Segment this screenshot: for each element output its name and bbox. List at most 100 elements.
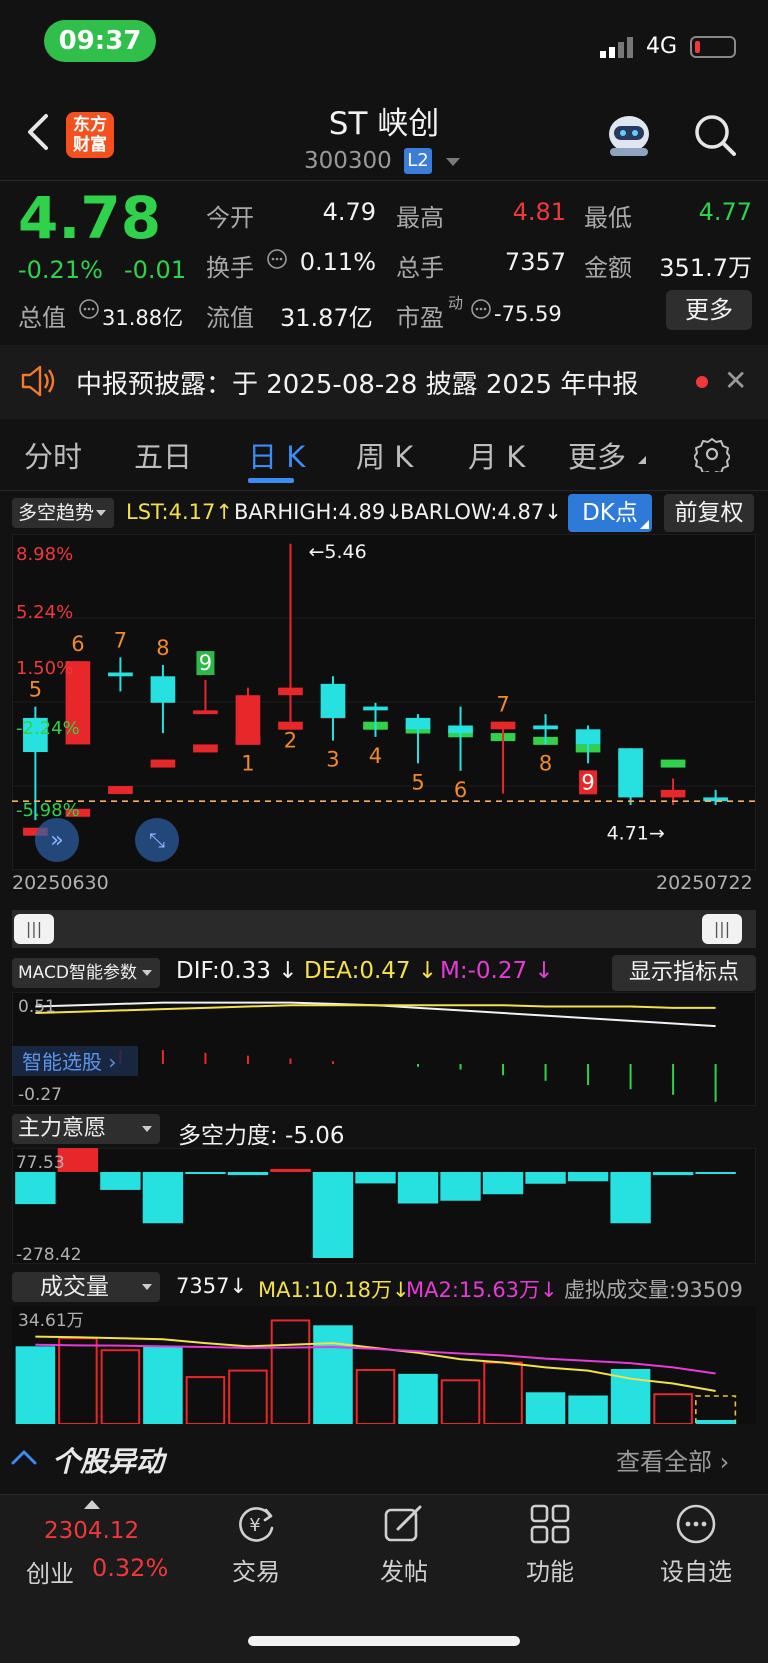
show-points-button[interactable]: 显示指标点: [612, 955, 756, 991]
divider: [0, 180, 768, 181]
change-amount: -0.01: [124, 256, 187, 284]
stock-name[interactable]: ST 峡创: [284, 98, 484, 143]
volume-select[interactable]: 成交量: [12, 1272, 160, 1302]
macd-chart[interactable]: 0.51 -0.27 智能选股 ›: [12, 992, 756, 1106]
view-all-link[interactable]: 查看全部 ›: [616, 1442, 729, 1477]
more-button[interactable]: 更多: [666, 290, 752, 330]
td-count-label: 3: [326, 748, 339, 772]
scroll-handle-left[interactable]: |||: [14, 914, 54, 944]
active-tab-indicator: [248, 478, 294, 483]
kline-chart[interactable]: 5 6 7 8 9 1 2 3 4 5 6 7 8 9 8.98% 5.24% 1.50% -2.24% -5.9…: [12, 534, 756, 870]
scroll-handle-right[interactable]: |||: [702, 914, 742, 944]
candle-body: [235, 695, 261, 745]
macd-select[interactable]: MACD智能参数: [12, 958, 160, 988]
volume-chart[interactable]: 34.61万: [12, 1306, 756, 1424]
candle-body: [108, 672, 133, 677]
info-icon[interactable]: [266, 248, 288, 270]
post-icon[interactable]: [382, 1502, 426, 1546]
index-name[interactable]: 创业: [26, 1554, 74, 1589]
grid-icon[interactable]: [528, 1502, 572, 1546]
tab-rik[interactable]: 日 K: [248, 434, 305, 476]
candle-body: [278, 687, 303, 696]
adjust-button[interactable]: 前复权: [664, 494, 754, 532]
field-value-amount: 351.7万: [659, 254, 752, 282]
field-label: 市盈: [396, 304, 444, 332]
zhuli-select-label: 主力意愿: [18, 1116, 107, 1141]
zhuli-top-label: 77.53: [16, 1153, 65, 1173]
range-scrollbar[interactable]: [12, 910, 756, 948]
trade-icon[interactable]: ¥: [234, 1502, 278, 1546]
tab-add-watch[interactable]: 设自选: [641, 1552, 751, 1587]
zhuli-bar: [652, 1172, 694, 1176]
svg-text:¥: ¥: [249, 1515, 260, 1536]
field-label: 金额: [584, 254, 632, 282]
smart-picker-label[interactable]: 智能选股 ›: [22, 1050, 116, 1074]
zhuli-bar: [312, 1172, 354, 1258]
field-value-float-cap: 31.87亿: [280, 304, 373, 332]
trend-indicator-select[interactable]: 多空趋势: [12, 498, 114, 528]
max-price-label: ←5.46: [308, 541, 366, 563]
speaker-icon: [21, 365, 55, 397]
volume-bar: [143, 1346, 183, 1424]
pct-axis-label: 8.98%: [16, 544, 73, 565]
macd-bottom-label: -0.27: [18, 1085, 62, 1105]
zhuli-bar: [440, 1172, 481, 1201]
volume-bar: [313, 1325, 353, 1424]
candle-body: [320, 683, 346, 718]
dk-trend-bar: [150, 759, 176, 768]
zhuli-select[interactable]: 主力意愿: [12, 1114, 160, 1144]
tab-functions[interactable]: 功能: [495, 1552, 605, 1587]
index-value[interactable]: 2304.12: [44, 1518, 139, 1544]
trend-indicator-label: 多空趋势: [18, 502, 95, 524]
unread-dot: [696, 376, 708, 388]
start-date: 20250630: [12, 872, 109, 894]
add-watch-icon[interactable]: [674, 1502, 718, 1546]
status-time: 09:37: [44, 20, 156, 62]
caret-up-icon[interactable]: [84, 1500, 100, 1509]
tab-zhouk[interactable]: 周 K: [356, 434, 413, 476]
td-count-label: 7: [114, 628, 127, 652]
field-label: 最低: [584, 204, 632, 232]
tab-post[interactable]: 发帖: [349, 1552, 459, 1587]
robot-assistant-icon[interactable]: [604, 112, 654, 158]
virtual-volume: 虚拟成交量:93509: [564, 1278, 743, 1302]
volume-ma1: MA1:10.18万↓: [258, 1278, 410, 1302]
notice-text[interactable]: 中报预披露：于 2025-08-28 披露 2025 年中报: [76, 364, 638, 401]
corner-caret-icon: [638, 456, 646, 464]
candle-body: [575, 729, 601, 745]
pct-axis-label: -2.24%: [16, 718, 80, 739]
gear-icon[interactable]: [694, 436, 730, 472]
td-count-label: 8: [539, 751, 552, 775]
close-icon[interactable]: ✕: [724, 364, 747, 397]
field-label: 换手: [206, 254, 254, 282]
level2-badge[interactable]: L2: [404, 148, 432, 174]
tab-wuri[interactable]: 五日: [134, 434, 192, 476]
current-price: 4.78: [18, 184, 162, 252]
zhuli-bar: [15, 1172, 56, 1205]
volume-ma2: MA2:15.63万↓: [406, 1278, 558, 1302]
zhuli-bar: [355, 1172, 396, 1184]
field-value-high: 4.81: [512, 198, 566, 226]
zhuli-chart[interactable]: 77.53 -278.42: [12, 1148, 756, 1264]
info-icon[interactable]: [78, 298, 100, 320]
dk-trend-bar: [660, 759, 686, 768]
tab-more[interactable]: 更多: [568, 434, 626, 476]
tab-yuek[interactable]: 月 K: [468, 434, 525, 476]
candle-body: [150, 676, 176, 703]
zhuli-bar: [100, 1172, 141, 1190]
chevron-up-icon[interactable]: [10, 1448, 38, 1466]
volume-bar: [398, 1373, 438, 1424]
chevron-down-icon[interactable]: [446, 158, 460, 166]
zhuli-bar: [525, 1172, 566, 1184]
info-icon[interactable]: [470, 298, 492, 320]
search-icon[interactable]: [692, 112, 738, 158]
tab-fenshi[interactable]: 分时: [24, 434, 82, 476]
volume-value: 7357↓: [176, 1274, 248, 1298]
macd-dif: DIF:0.33 ↓: [176, 958, 298, 984]
index-pct[interactable]: 0.32%: [92, 1554, 168, 1582]
volume-bar: [610, 1368, 651, 1424]
tab-trade[interactable]: 交易: [201, 1552, 311, 1587]
zhuli-bar: [610, 1172, 651, 1224]
zhuli-force: 多空力度: -5.06: [178, 1123, 345, 1149]
back-icon[interactable]: [24, 112, 54, 152]
